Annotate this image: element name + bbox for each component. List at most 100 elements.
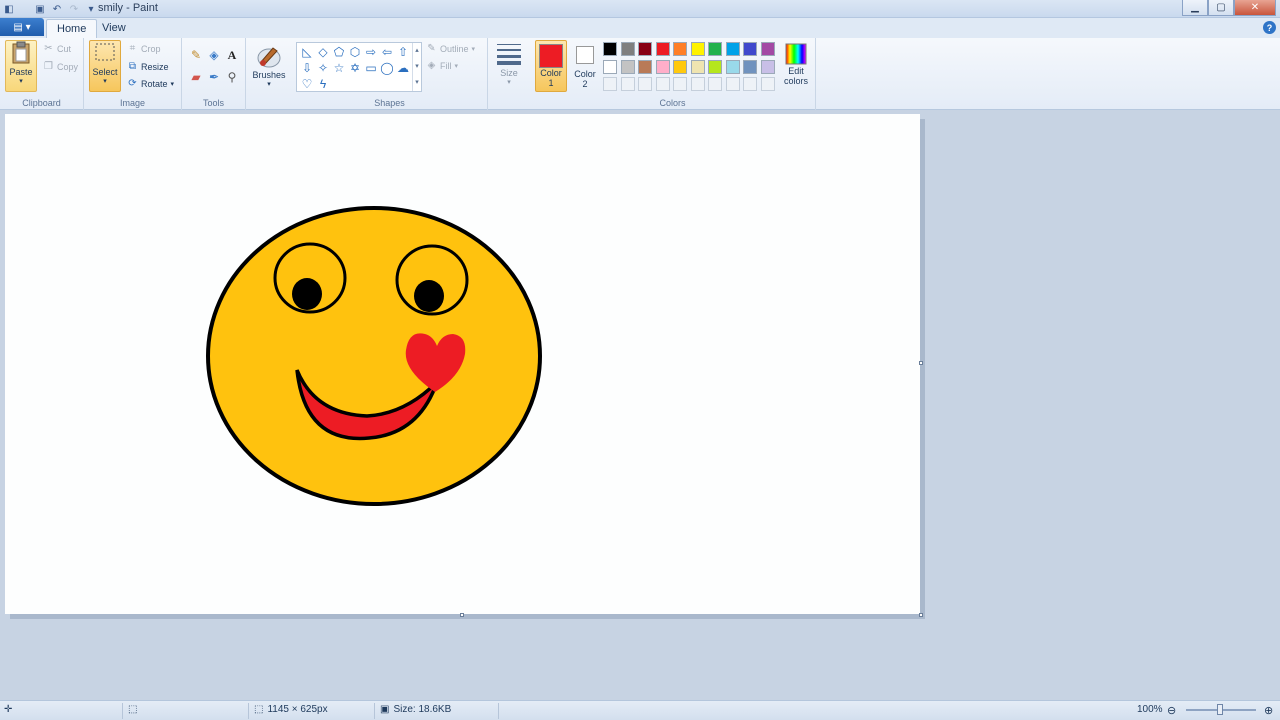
shapes-gallery: ◺ ◇ ⬠ ⬡ ⇨ ⇦ ⇧ ⇩ ✧ ☆ ✡ ▭ ◯ ☁ ♡ ϟ ▴ ▾ ▾	[296, 42, 422, 92]
palette-swatch[interactable]	[673, 77, 687, 91]
heart-shape-icon[interactable]: ♡	[299, 76, 315, 92]
brushes-button[interactable]: Brushes ▾	[250, 42, 288, 88]
palette-swatch[interactable]	[638, 59, 652, 74]
close-button[interactable]: ✕	[1234, 0, 1276, 16]
canvas-resize-handle-bottom[interactable]	[460, 613, 464, 617]
up-arrow-shape-icon[interactable]: ⇧	[395, 44, 411, 60]
palette-swatch[interactable]	[743, 77, 757, 91]
cut-label: Cut	[57, 43, 72, 54]
pencil-icon[interactable]: ✎	[188, 47, 204, 63]
cut-button[interactable]: ✂ Cut	[43, 43, 71, 54]
line-shape-icon[interactable]: ◺	[299, 44, 315, 60]
lightning-shape-icon[interactable]: ϟ	[315, 76, 331, 92]
palette-swatch[interactable]	[655, 59, 670, 74]
palette-swatch[interactable]	[725, 42, 740, 56]
maximize-button[interactable]: ▢	[1208, 0, 1234, 16]
palette-swatch[interactable]	[690, 77, 705, 91]
star-shape-icon[interactable]: ☆	[331, 60, 347, 76]
color1-button[interactable]: Color 1	[535, 40, 567, 92]
rect-callout-shape-icon[interactable]: ▭	[363, 60, 379, 76]
color2-button[interactable]: Color 2	[569, 40, 601, 92]
minimize-button[interactable]: ▁	[1182, 0, 1208, 16]
resize-button[interactable]: ⧉ Resize	[127, 61, 169, 72]
canvas-resize-handle-corner[interactable]	[919, 613, 923, 617]
palette-swatch[interactable]	[708, 77, 722, 91]
undo-icon[interactable]: ↶	[50, 2, 64, 16]
copy-label: Copy	[57, 61, 79, 72]
shapes-scroll[interactable]: ▴ ▾ ▾	[412, 43, 421, 91]
zoom-in-icon[interactable]: ⊕	[1264, 704, 1273, 717]
eraser-icon[interactable]: ▰	[188, 69, 204, 85]
palette-swatch[interactable]	[620, 59, 635, 74]
paste-button[interactable]: Paste ▾	[5, 40, 37, 92]
palette-swatch[interactable]	[620, 42, 635, 56]
select-button[interactable]: Select ▾	[89, 40, 121, 92]
rotate-button[interactable]: ⟳ Rotate ▾	[127, 78, 174, 89]
ribbon: Paste ▾ ✂ Cut ❐ Copy Clipboard Select ▾ …	[0, 38, 1280, 110]
right-arrow-shape-icon[interactable]: ⇨	[363, 44, 379, 60]
color-picker-icon[interactable]: ✒	[206, 69, 222, 85]
palette-swatch[interactable]	[638, 42, 652, 56]
fill-button[interactable]: ◈ Fill ▾	[426, 60, 458, 71]
palette-swatch[interactable]	[655, 77, 670, 91]
palette-swatch[interactable]	[760, 59, 775, 74]
canvas-resize-handle-right[interactable]	[919, 361, 923, 365]
cloud-callout-shape-icon[interactable]: ☁	[395, 60, 411, 76]
palette-swatch[interactable]	[603, 59, 617, 74]
hexagon-shape-icon[interactable]: ⬡	[347, 44, 363, 60]
color1-number: 1	[548, 78, 554, 88]
scissors-icon: ✂	[44, 43, 53, 54]
window-title: smily - Paint	[98, 2, 158, 14]
palette-swatch[interactable]	[760, 42, 775, 56]
drawing-canvas[interactable]	[5, 114, 920, 614]
chevron-down-icon: ▾	[267, 81, 271, 88]
edit-colors-label-1: Edit	[788, 66, 804, 76]
palette-swatch[interactable]	[603, 77, 617, 91]
copy-button[interactable]: ❐ Copy	[43, 61, 78, 72]
four-point-star-shape-icon[interactable]: ✧	[315, 60, 331, 76]
customize-qat-icon[interactable]: ▾	[84, 2, 98, 16]
palette-swatch[interactable]	[743, 59, 757, 74]
tools-group: ✎ ◈ A ▰ ✒ ⚲ Tools	[182, 38, 246, 110]
crop-button[interactable]: ⌗ Crop	[127, 43, 161, 54]
palette-swatch[interactable]	[655, 42, 670, 56]
edit-colors-button[interactable]: Edit colors	[780, 42, 812, 86]
paint-menu-button[interactable]: ▤ ▾	[0, 18, 44, 36]
text-tool-icon[interactable]: A	[224, 47, 240, 63]
tab-home[interactable]: Home	[46, 19, 98, 38]
pentagon-shape-icon[interactable]: ⬠	[331, 44, 347, 60]
palette-swatch[interactable]	[708, 59, 722, 74]
help-icon[interactable]: ?	[1263, 21, 1276, 34]
palette-swatch[interactable]	[673, 42, 687, 56]
palette-swatch[interactable]	[690, 42, 705, 56]
redo-icon[interactable]: ↷	[67, 2, 81, 16]
down-arrow-shape-icon[interactable]: ⇩	[299, 60, 315, 76]
size-button[interactable]: Size ▾	[494, 42, 524, 86]
oval-callout-shape-icon[interactable]: ◯	[379, 60, 395, 76]
palette-swatch[interactable]	[603, 42, 617, 56]
palette-swatch[interactable]	[638, 77, 652, 91]
palette-swatch[interactable]	[725, 59, 740, 74]
color1-label: Color	[540, 68, 562, 78]
dimensions-icon: ⬚	[254, 704, 264, 715]
diamond-shape-icon[interactable]: ◇	[315, 44, 331, 60]
zoom-slider-thumb[interactable]	[1217, 704, 1223, 715]
palette-swatch[interactable]	[690, 59, 705, 74]
outline-button[interactable]: ✎ Outline ▾	[426, 43, 475, 54]
palette-swatch[interactable]	[743, 42, 757, 56]
tab-view[interactable]: View	[92, 19, 136, 38]
zoom-out-icon[interactable]: ⊖	[1167, 704, 1176, 717]
six-point-star-shape-icon[interactable]: ✡	[347, 60, 363, 76]
palette-swatch[interactable]	[673, 59, 687, 74]
save-icon[interactable]: ▣	[33, 2, 47, 16]
image-dimensions: ⬚ 1145 × 625px	[254, 704, 328, 715]
palette-swatch[interactable]	[620, 77, 635, 91]
fill-bucket-icon[interactable]: ◈	[206, 47, 222, 63]
palette-swatch[interactable]	[725, 77, 740, 91]
palette-swatch[interactable]	[760, 77, 775, 91]
magnifier-icon[interactable]: ⚲	[224, 69, 240, 85]
chevron-down-icon: ▾	[471, 45, 476, 53]
select-rectangle-icon	[95, 43, 115, 61]
left-arrow-shape-icon[interactable]: ⇦	[379, 44, 395, 60]
palette-swatch[interactable]	[708, 42, 722, 56]
